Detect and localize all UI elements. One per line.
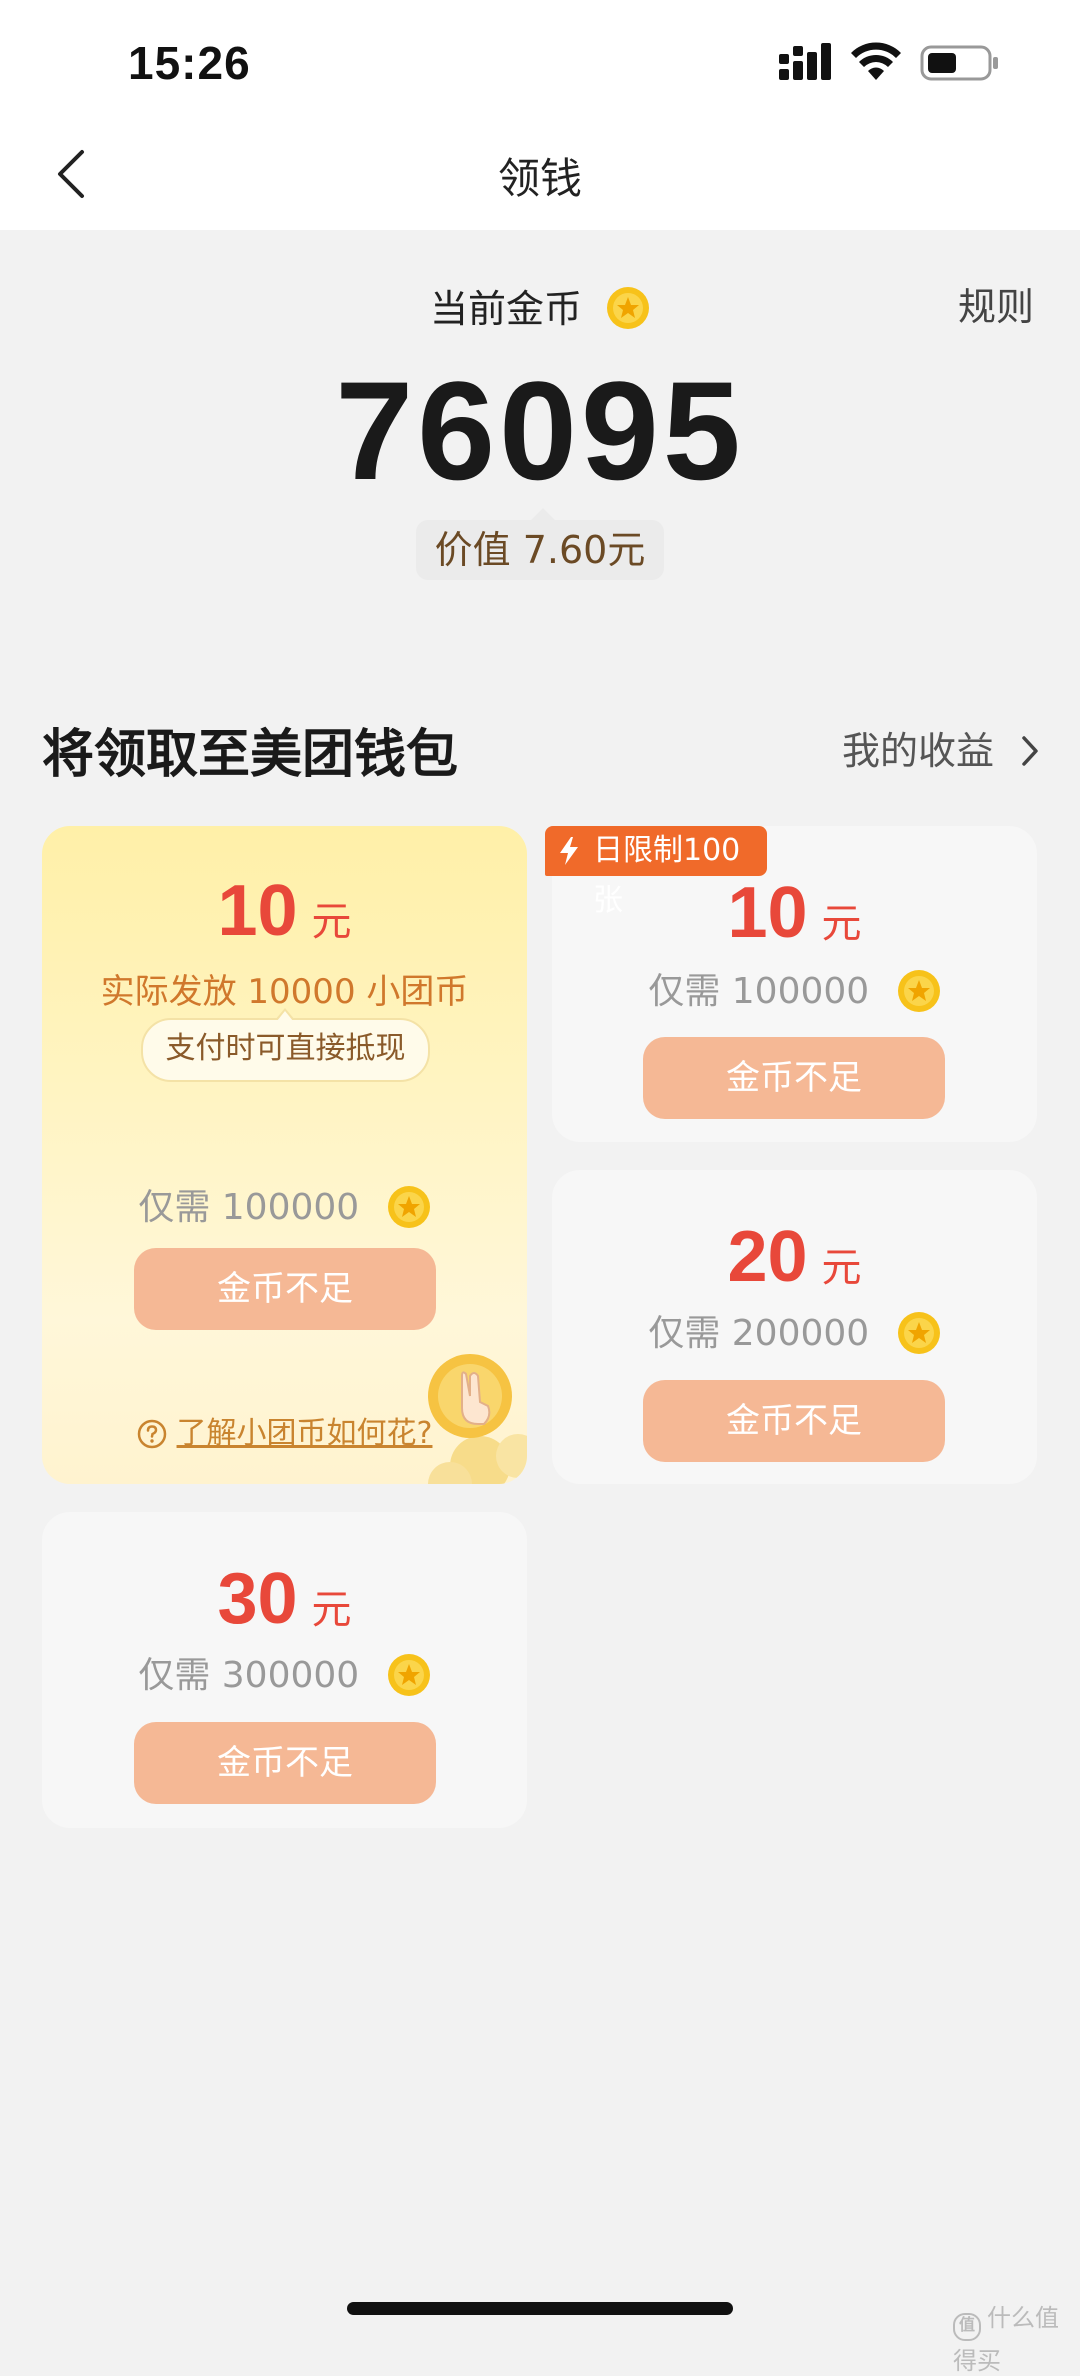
rules-link[interactable]: 规则 <box>958 276 1034 331</box>
reward-amount: 30 元 <box>42 1558 527 1640</box>
my-earnings-label: 我的收益 <box>842 729 995 773</box>
coin-requirement-text: 仅需 300000 <box>138 1655 360 1696</box>
redeem-button[interactable]: 金币不足 <box>643 1380 945 1462</box>
actual-issue-text: 实际发放 10000 小团币 <box>100 972 469 1012</box>
balance-label-row: 当前金币 <box>0 278 1080 333</box>
reward-amount-unit: 元 <box>311 899 352 945</box>
status-time: 15:26 <box>128 37 251 89</box>
watermark: 值什么值得买 <box>953 2298 1080 2376</box>
reward-card: 30 元 仅需 300000 金币不足 <box>42 1512 527 1828</box>
reward-amount-value: 10 <box>217 871 298 951</box>
learn-link-label: 了解小团币如何花? <box>176 1416 433 1451</box>
back-button[interactable] <box>52 146 92 202</box>
wifi-icon <box>851 42 901 80</box>
reward-amount-unit: 元 <box>821 1245 862 1291</box>
signal-icon <box>779 43 831 80</box>
coin-requirement: 仅需 100000 <box>552 962 1037 1014</box>
gold-coin-icon <box>897 1312 940 1354</box>
gold-coin-icon <box>387 1186 430 1228</box>
coin-requirement: 仅需 300000 <box>42 1646 527 1698</box>
gold-coin-icon <box>607 287 650 329</box>
deduct-tip: 支付时可直接抵现 <box>141 1008 430 1082</box>
gold-coin-icon <box>897 970 940 1012</box>
balance-worth: 价值 7.60元 <box>416 508 664 580</box>
coin-balance: 76095 <box>335 352 745 509</box>
redeem-button[interactable]: 金币不足 <box>643 1037 945 1119</box>
reward-amount: 10 元 <box>42 870 527 952</box>
my-earnings-link[interactable]: 我的收益 <box>842 720 1040 775</box>
coin-requirement-text: 仅需 100000 <box>138 1187 360 1228</box>
featured-reward-card: 10 元 实际发放 10000 小团币 支付时可直接抵现 仅需 100000 金币… <box>42 826 527 1484</box>
coin-requirement-text: 仅需 100000 <box>648 971 870 1012</box>
reward-amount-unit: 元 <box>821 901 862 947</box>
section-title: 将领取至美团钱包 <box>42 725 459 785</box>
coin-requirement: 仅需 100000 <box>42 1178 527 1230</box>
page-title: 领钱 <box>497 154 582 203</box>
home-indicator[interactable] <box>347 2302 733 2315</box>
reward-amount-value: 30 <box>217 1559 298 1639</box>
redeem-button[interactable]: 金币不足 <box>134 1248 436 1330</box>
reward-card: 20 元 仅需 200000 金币不足 <box>552 1170 1037 1484</box>
chevron-right-icon <box>1022 736 1038 766</box>
reward-amount-unit: 元 <box>311 1587 352 1633</box>
balance-label: 当前金币 <box>429 287 582 331</box>
battery-icon <box>920 45 998 81</box>
gold-coin-icon <box>387 1654 430 1696</box>
lightning-icon <box>560 837 578 865</box>
reward-amount-value: 20 <box>727 1217 808 1297</box>
reward-amount: 20 元 <box>552 1216 1037 1298</box>
coin-requirement: 仅需 200000 <box>552 1304 1037 1356</box>
redeem-button[interactable]: 金币不足 <box>134 1722 436 1804</box>
question-circle-icon <box>137 1419 166 1449</box>
daily-limit-badge: 日限制100张 <box>545 826 767 918</box>
learn-xiaotuan-coin-link[interactable]: 了解小团币如何花? <box>42 1408 527 1452</box>
daily-limit-text: 日限制100张 <box>593 833 741 918</box>
coin-requirement-text: 仅需 200000 <box>648 1313 870 1354</box>
